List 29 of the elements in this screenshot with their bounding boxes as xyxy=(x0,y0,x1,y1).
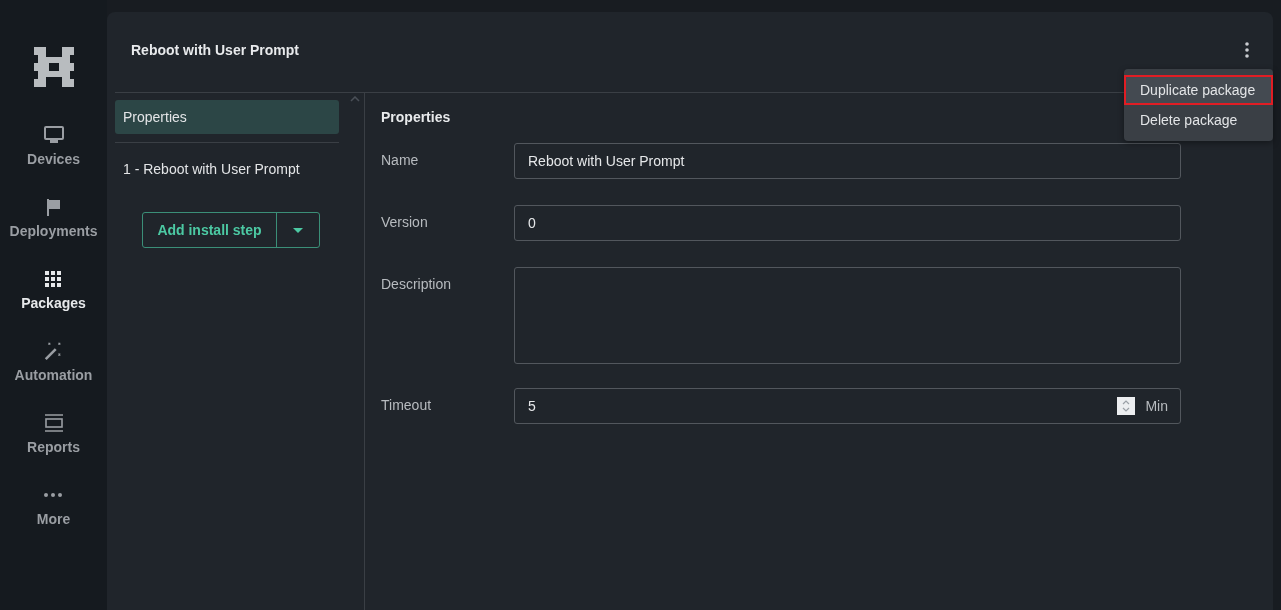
nav-item[interactable]: Automation xyxy=(14,341,93,413)
field-label: Timeout xyxy=(381,396,433,413)
more-options-icon[interactable] xyxy=(1245,42,1249,58)
input-field[interactable]: Reboot with User Prompt xyxy=(514,143,1181,179)
spinner-icon[interactable] xyxy=(1117,397,1135,415)
unit-label: Min xyxy=(1145,398,1168,414)
logo-icon xyxy=(33,47,74,87)
section-title: Properties xyxy=(381,109,451,125)
package-title: Reboot with User Prompt xyxy=(131,42,300,58)
field-label: Name xyxy=(381,151,420,168)
input-field[interactable]: 0 xyxy=(514,205,1181,241)
nav-item[interactable]: Devices xyxy=(27,125,80,197)
nav-item[interactable]: More xyxy=(36,485,71,557)
more-icon xyxy=(43,492,64,498)
monitor-icon xyxy=(43,125,64,145)
add-install-step-button[interactable]: Add install step xyxy=(143,213,277,247)
step-item[interactable]: Properties xyxy=(115,100,339,134)
nav-item[interactable]: Reports xyxy=(27,413,80,485)
step-item[interactable]: 1 - Reboot with User Prompt xyxy=(115,152,339,186)
grid-icon xyxy=(43,269,64,289)
text-area[interactable] xyxy=(514,267,1181,364)
menu-item[interactable]: Duplicate package xyxy=(1124,75,1273,105)
field-label: Version xyxy=(381,213,429,230)
nav-item[interactable]: Packages xyxy=(21,269,86,341)
scroll-up-icon[interactable] xyxy=(350,96,360,102)
field-label: Description xyxy=(381,275,453,292)
menu-item[interactable]: Delete package xyxy=(1124,105,1273,135)
reports-icon xyxy=(43,413,64,433)
nav-item[interactable]: Deployments xyxy=(9,197,98,269)
